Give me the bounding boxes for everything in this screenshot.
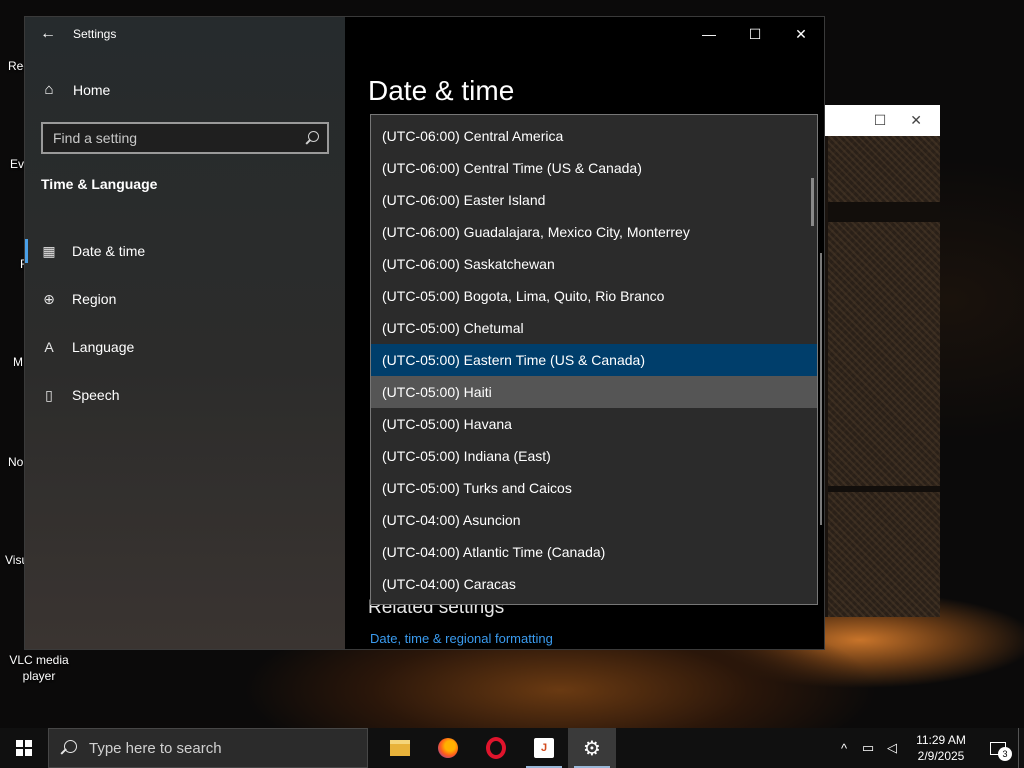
desktop-icon-4[interactable]: M: [13, 355, 23, 369]
settings-window: ← Settings ⌂ Home Find a setting Time & …: [24, 16, 825, 650]
background-window: ☐ ✕: [822, 105, 940, 617]
close-icon: ✕: [795, 25, 807, 42]
desktop-icon-vlc[interactable]: VLC media player: [6, 652, 72, 684]
taskbar-file-explorer[interactable]: [376, 728, 424, 768]
timezone-option[interactable]: (UTC-05:00) Havana: [371, 408, 817, 440]
window-controls: — ☐ ✕: [686, 17, 824, 51]
opera-icon: [486, 737, 506, 759]
globe-icon: ⊕: [43, 290, 55, 307]
taskbar-search-box[interactable]: Type here to search: [48, 728, 368, 768]
maximize-icon: ☐: [748, 25, 762, 42]
regional-formatting-link[interactable]: Date, time & regional formatting: [370, 631, 553, 646]
timezone-option-hovered[interactable]: (UTC-05:00) Haiti: [371, 376, 817, 408]
close-button[interactable]: ✕: [778, 17, 824, 51]
arrow-left-icon: ←: [40, 25, 56, 42]
timezone-option[interactable]: (UTC-05:00) Chetumal: [371, 312, 817, 344]
timezone-option[interactable]: (UTC-05:00) Turks and Caicos: [371, 472, 817, 504]
nav-home[interactable]: ⌂ Home: [41, 81, 110, 98]
firefox-icon: [438, 738, 458, 758]
sidebar-nav: ▦ Date & time ⊕ Region A Language ▯ Spee…: [25, 227, 345, 419]
sidebar-item-region[interactable]: ⊕ Region: [25, 275, 345, 323]
start-button[interactable]: [0, 728, 48, 768]
timezone-option[interactable]: (UTC-06:00) Central Time (US & Canada): [371, 152, 817, 184]
clock-date: 2/9/2025: [917, 749, 965, 763]
timezone-option[interactable]: (UTC-06:00) Central America: [371, 120, 817, 152]
close-icon[interactable]: ✕: [910, 112, 922, 129]
section-title: Time & Language: [41, 176, 158, 192]
notification-count-badge: 3: [998, 747, 1012, 761]
calendar-clock-icon: ▦: [42, 242, 56, 259]
language-icon: A: [44, 339, 54, 355]
sidebar-item-date-time[interactable]: ▦ Date & time: [25, 227, 345, 275]
timezone-option[interactable]: (UTC-06:00) Easter Island: [371, 184, 817, 216]
dropdown-scrollbar-thumb[interactable]: [811, 178, 814, 226]
timezone-option[interactable]: (UTC-04:00) Asuncion: [371, 504, 817, 536]
settings-search-input[interactable]: Find a setting: [41, 122, 329, 154]
desktop-icon-5[interactable]: No: [8, 455, 23, 469]
settings-search-placeholder: Find a setting: [53, 130, 138, 146]
timezone-option[interactable]: (UTC-04:00) Atlantic Time (Canada): [371, 536, 817, 568]
timezone-option[interactable]: (UTC-05:00) Bogota, Lima, Quito, Rio Bra…: [371, 280, 817, 312]
background-window-content: [828, 136, 940, 617]
sidebar-item-label: Region: [72, 291, 117, 307]
maximize-button[interactable]: ☐: [732, 17, 778, 51]
action-center-button[interactable]: 3: [978, 728, 1018, 768]
sidebar-item-speech[interactable]: ▯ Speech: [25, 371, 345, 419]
timezone-option[interactable]: (UTC-06:00) Guadalajara, Mexico City, Mo…: [371, 216, 817, 248]
system-tray: ^ ▭ ◁ 11:29 AM 2/9/2025 3: [832, 728, 1024, 768]
chevron-up-icon[interactable]: ^: [832, 741, 856, 756]
timezone-option-selected[interactable]: (UTC-05:00) Eastern Time (US & Canada): [371, 344, 817, 376]
timezone-option[interactable]: (UTC-05:00) Indiana (East): [371, 440, 817, 472]
gear-icon: ⚙: [583, 737, 601, 760]
settings-titlebar: ← Settings: [25, 17, 345, 51]
background-window-titlebar: ☐ ✕: [822, 105, 940, 136]
search-icon[interactable]: [305, 131, 319, 145]
minimize-button[interactable]: —: [686, 17, 732, 51]
taskbar-java[interactable]: J: [520, 728, 568, 768]
sidebar-item-language[interactable]: A Language: [25, 323, 345, 371]
timezone-option[interactable]: (UTC-06:00) Saskatchewan: [371, 248, 817, 280]
taskbar-settings[interactable]: ⚙: [568, 728, 616, 768]
settings-sidebar: ← Settings ⌂ Home Find a setting Time & …: [25, 17, 345, 649]
app-title: Settings: [73, 27, 117, 41]
content-scrollbar[interactable]: [820, 253, 822, 525]
minimize-icon: —: [702, 26, 716, 42]
taskbar: Type here to search J ⚙ ^ ▭ ◁ 11:29 AM 2…: [0, 728, 1024, 768]
windows-logo-icon: [16, 740, 32, 756]
folder-icon: [390, 740, 410, 756]
clock-time: 11:29 AM: [916, 733, 966, 747]
taskbar-search-placeholder: Type here to search: [89, 739, 222, 757]
sidebar-item-label: Date & time: [72, 243, 146, 259]
search-icon: [61, 740, 77, 756]
page-title: Date & time: [368, 75, 515, 106]
taskbar-opera[interactable]: [472, 728, 520, 768]
taskbar-firefox[interactable]: [424, 728, 472, 768]
sidebar-item-label: Language: [72, 339, 135, 355]
java-icon: J: [534, 738, 554, 758]
network-icon[interactable]: ▭: [856, 740, 880, 756]
timezone-dropdown-list[interactable]: (UTC-06:00) Central America (UTC-06:00) …: [370, 114, 818, 605]
clock[interactable]: 11:29 AM 2/9/2025: [904, 732, 978, 764]
back-button[interactable]: ←: [25, 17, 71, 51]
microphone-icon: ▯: [45, 386, 53, 403]
home-icon: ⌂: [44, 81, 54, 98]
volume-muted-icon[interactable]: ◁: [880, 740, 904, 756]
nav-home-label: Home: [73, 81, 111, 98]
taskbar-apps: J ⚙: [376, 728, 616, 768]
maximize-icon[interactable]: ☐: [874, 112, 887, 129]
timezone-option[interactable]: (UTC-04:00) Caracas: [371, 568, 817, 600]
sidebar-item-label: Speech: [72, 387, 120, 403]
show-desktop-button[interactable]: [1018, 728, 1024, 768]
